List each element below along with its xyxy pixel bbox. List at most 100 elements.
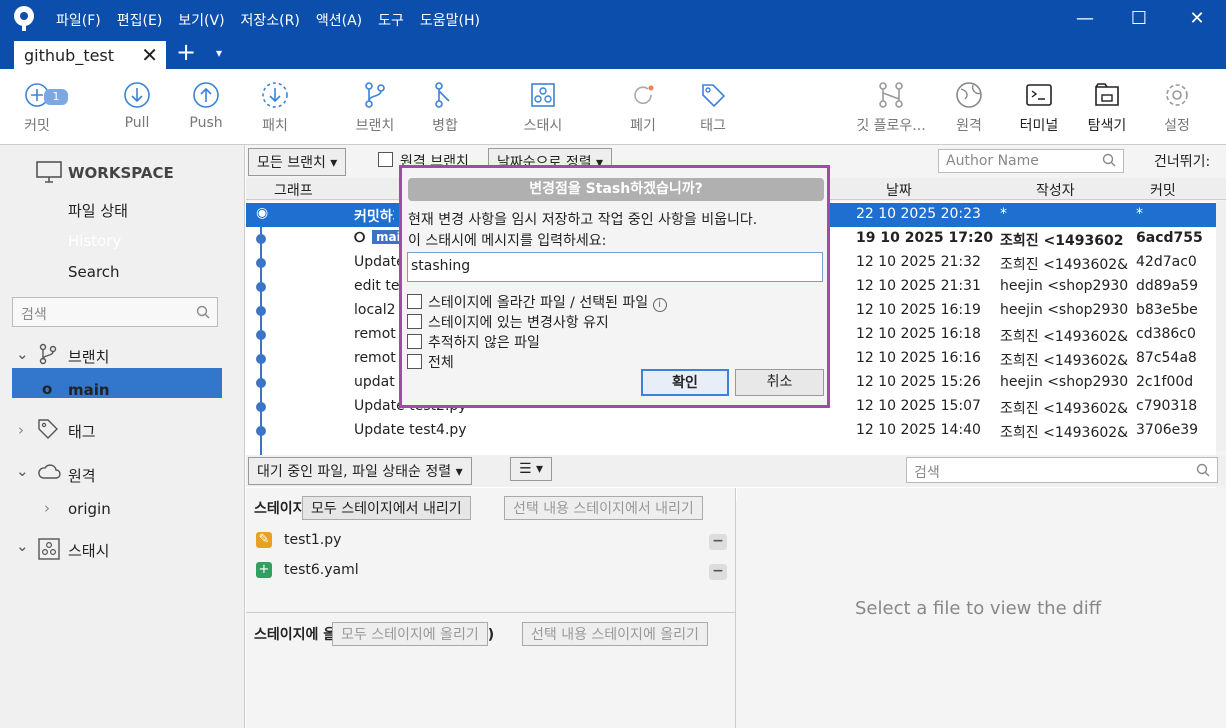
graph-node <box>256 282 266 292</box>
sidebar-remotes[interactable]: 원격 <box>68 465 96 486</box>
include-untracked-checkbox[interactable]: 추적하지 않은 파일 <box>407 332 540 352</box>
unstage-file-button[interactable]: − <box>709 534 727 550</box>
file-name: test6.yaml <box>284 562 359 578</box>
commit-description: remot <box>354 350 396 366</box>
sidebar-tags[interactable]: 태그 <box>68 421 96 442</box>
explorer-button[interactable]: 탐색기 <box>1072 81 1142 135</box>
menu-file[interactable]: 파일(F) <box>56 10 101 30</box>
sidebar-remote-origin[interactable]: origin <box>68 500 111 518</box>
commit-description: updat <box>354 374 395 390</box>
title-bar: 파일(F) 편집(E) 보기(V) 저장소(R) 액션(A) 도구 도움말(H)… <box>0 0 1226 69</box>
stash-message-input[interactable]: stashing <box>407 252 823 282</box>
commit-label: 커밋 <box>24 118 50 134</box>
branch-icon <box>365 82 385 108</box>
new-tab-button[interactable]: + <box>176 38 196 66</box>
commit-author: 조희진 <1493602 <box>1000 233 1124 249</box>
skip-label: 건너뛰기: <box>1154 154 1211 170</box>
sidebar-search-input[interactable]: 검색 <box>12 297 218 327</box>
date-column-header[interactable]: 날짜 <box>886 180 912 200</box>
fetch-button[interactable]: 패치 <box>240 81 310 135</box>
tags-chevron-icon[interactable]: › <box>18 421 24 439</box>
info-icon: i <box>652 298 667 312</box>
sidebar-item-history[interactable]: History <box>68 232 121 250</box>
branch-filter-dropdown[interactable]: 모든 브랜치 ▾ <box>248 148 347 176</box>
author-filter-input[interactable]: Author Name <box>938 149 1124 173</box>
unstage-file-button[interactable]: − <box>709 564 727 580</box>
menu-bar: 파일(F) 편집(E) 보기(V) 저장소(R) 액션(A) 도구 도움말(H) <box>56 10 496 30</box>
commit-author: * <box>1000 206 1007 222</box>
unstage-selected-button[interactable]: 선택 내용 스테이지에서 내리기 <box>504 496 703 520</box>
menu-tools[interactable]: 도구 <box>378 10 404 30</box>
menu-help[interactable]: 도움말(H) <box>420 10 480 30</box>
remote-branch-checkbox[interactable] <box>378 152 393 167</box>
terminal-icon <box>1026 84 1052 106</box>
minimize-button[interactable]: — <box>1070 8 1100 30</box>
pull-button[interactable]: Pull <box>102 81 172 131</box>
commit-author: 조희진 <1493602& <box>1000 257 1129 273</box>
workspace-header: WORKSPACE <box>68 164 174 182</box>
commit-date: 22 10 2025 20:23 <box>856 206 981 222</box>
remotes-chevron-icon[interactable]: ⌄ <box>16 462 29 480</box>
commit-description: edit te <box>354 278 400 294</box>
stashes-chevron-icon[interactable]: ⌄ <box>16 537 29 555</box>
gitflow-button[interactable]: 깃 플로우... <box>844 81 938 135</box>
remote-label: 원격 <box>956 118 982 134</box>
tag-button[interactable]: 태그 <box>678 81 748 135</box>
maximize-button[interactable]: ☐ <box>1124 8 1154 30</box>
cloud-icon <box>38 464 61 479</box>
commit-column-header[interactable]: 커밋 <box>1150 180 1176 200</box>
sidebar-stashes[interactable]: 스태시 <box>68 540 109 561</box>
file-name: test1.py <box>284 532 342 548</box>
sidebar-branches[interactable]: 브랜치 <box>68 346 109 367</box>
keep-index-checkbox[interactable]: 스테이지에 있는 변경사항 유지 <box>407 312 609 332</box>
commit-author: 조희진 <1493602& <box>1000 401 1129 417</box>
file-list-toolbar: 대기 중인 파일, 파일 상태순 정렬 ▾ ☰ ▾ 검색 <box>246 455 1226 487</box>
menu-actions[interactable]: 액션(A) <box>316 10 362 30</box>
graph-node <box>256 306 266 316</box>
graph-column-header[interactable]: 그래프 <box>274 180 313 200</box>
branches-chevron-icon[interactable]: ⌄ <box>16 345 29 363</box>
history-scrollbar[interactable] <box>1216 201 1226 451</box>
include-all-checkbox[interactable]: 전체 <box>407 352 454 372</box>
table-row[interactable]: Update test4.py 12 10 2025 14:40 조희진 <14… <box>246 419 1216 443</box>
sidebar-item-file-status[interactable]: 파일 상태 <box>68 200 128 221</box>
menu-view[interactable]: 보기(V) <box>178 10 224 30</box>
list-item[interactable]: ✎ test1.py <box>256 532 341 548</box>
remote-button[interactable]: 원격 <box>934 81 1004 135</box>
branch-button[interactable]: 브랜치 <box>340 81 410 135</box>
menu-edit[interactable]: 편집(E) <box>117 10 163 30</box>
stash-button[interactable]: 스태시 <box>508 81 578 135</box>
keep-staged-checkbox[interactable]: 스테이지에 올라간 파일 / 선택된 파일 i <box>407 292 667 312</box>
close-window-button[interactable]: ✕ <box>1182 8 1212 30</box>
tab-close-icon[interactable]: ✕ <box>141 43 158 67</box>
menu-repository[interactable]: 저장소(R) <box>241 10 300 30</box>
author-column-header[interactable]: 작성자 <box>1036 180 1075 200</box>
file-search-input[interactable]: 검색 <box>906 457 1218 483</box>
tab-github-test[interactable]: github_test ✕ <box>14 38 166 69</box>
terminal-button[interactable]: 터미널 <box>1004 81 1074 135</box>
commit-date: 12 10 2025 15:26 <box>856 374 981 390</box>
cancel-button[interactable]: 취소 <box>735 369 824 396</box>
stage-selected-button[interactable]: 선택 내용 스테이지에 올리기 <box>522 622 708 646</box>
settings-button[interactable]: 설정 <box>1142 81 1212 135</box>
diff-placeholder: Select a file to view the diff <box>855 598 1102 619</box>
graph-node <box>256 234 266 244</box>
commit-button[interactable]: 1 커밋 <box>2 81 72 135</box>
file-sort-dropdown[interactable]: 대기 중인 파일, 파일 상태순 정렬 ▾ <box>248 457 472 485</box>
unstage-all-button[interactable]: 모두 스테이지에서 내리기 <box>302 496 471 520</box>
commit-description: Update test4.py <box>354 422 467 438</box>
merge-button[interactable]: 병합 <box>410 81 480 135</box>
search-icon <box>1102 153 1116 167</box>
ok-button[interactable]: 확인 <box>641 369 729 396</box>
commit-hash: 2c1f00d <box>1136 374 1194 390</box>
tab-dropdown-icon[interactable]: ▾ <box>216 46 222 60</box>
view-mode-dropdown[interactable]: ☰ ▾ <box>510 457 553 481</box>
origin-chevron-icon[interactable]: › <box>44 499 50 517</box>
sidebar-branch-main[interactable]: main <box>68 381 110 399</box>
list-item[interactable]: + test6.yaml <box>256 562 359 578</box>
stage-all-button[interactable]: 모두 스테이지에 올리기 <box>332 622 488 646</box>
push-button[interactable]: Push <box>171 81 241 131</box>
commit-date: 12 10 2025 15:07 <box>856 398 981 414</box>
sidebar-item-search[interactable]: Search <box>68 263 120 281</box>
discard-button[interactable]: 폐기 <box>608 81 678 135</box>
